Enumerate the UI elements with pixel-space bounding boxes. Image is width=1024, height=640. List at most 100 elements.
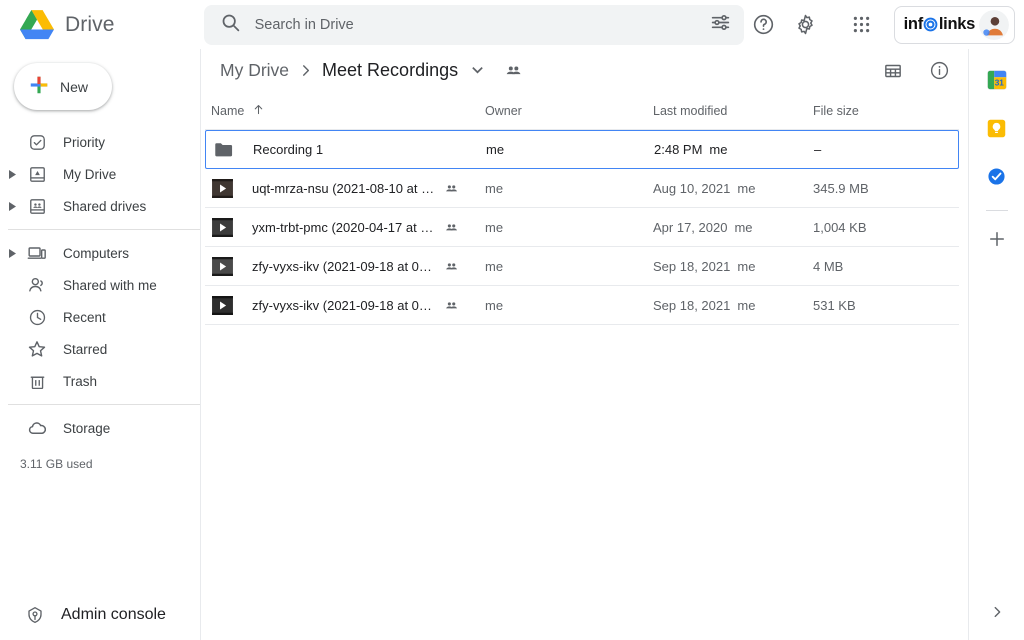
file-name: Recording 1 bbox=[253, 142, 324, 157]
file-size: – bbox=[814, 142, 822, 157]
file-modified-by: me bbox=[737, 298, 756, 313]
admin-shield-icon bbox=[22, 605, 48, 625]
main-content: My Drive Meet Recordings Name Owner Last… bbox=[200, 49, 968, 640]
star-icon bbox=[24, 339, 50, 359]
sidebar-item-label: Trash bbox=[63, 373, 98, 389]
sidebar-item-label: Storage bbox=[63, 420, 111, 436]
sidebar-item-priority[interactable]: Priority bbox=[0, 126, 186, 158]
sidebar-item-label: Shared with me bbox=[63, 277, 157, 293]
account-box[interactable]: inf links bbox=[893, 5, 1015, 44]
file-owner: me bbox=[486, 142, 505, 157]
google-keep-icon[interactable] bbox=[979, 110, 1015, 146]
google-tasks-icon[interactable] bbox=[979, 158, 1015, 194]
file-modified-date: Aug 10, 2021 bbox=[653, 181, 731, 196]
rail-divider bbox=[985, 210, 1008, 211]
file-modified: Apr 17, 2020 me bbox=[653, 220, 813, 235]
file-name-cell: yxm-trbt-pmc (2020-04-17 at 07:40 G… bbox=[211, 217, 485, 239]
drive-app: Drive Search in Drive inf links New Prio… bbox=[0, 0, 1024, 640]
file-size: 345.9 MB bbox=[813, 181, 869, 196]
sidebar-item-recent[interactable]: Recent bbox=[0, 301, 186, 333]
sidebar-item-trash[interactable]: Trash bbox=[0, 365, 186, 397]
chevron-down-icon[interactable] bbox=[465, 59, 489, 83]
sidebar-item-shared-drives[interactable]: Shared drives bbox=[0, 190, 186, 222]
file-name-cell: zfy-vyxs-ikv (2021-09-18 at 05:42 GMT… bbox=[211, 295, 485, 317]
column-header-size[interactable]: File size bbox=[813, 104, 959, 118]
tune-filter-icon[interactable] bbox=[710, 12, 731, 38]
shared-people-icon bbox=[444, 259, 459, 274]
table-row[interactable]: yxm-trbt-pmc (2020-04-17 at 07:40 G… me … bbox=[205, 208, 959, 247]
search-area bbox=[199, 4, 744, 45]
settings-button[interactable] bbox=[786, 5, 826, 45]
apps-grid-button[interactable] bbox=[842, 5, 882, 45]
column-header-modified[interactable]: Last modified bbox=[653, 104, 813, 118]
sidebar-item-computers[interactable]: Computers bbox=[0, 237, 186, 269]
file-modified-date: Sep 18, 2021 bbox=[653, 298, 731, 313]
sidebar-divider bbox=[8, 229, 200, 230]
sidebar-item-storage[interactable]: Storage bbox=[0, 412, 186, 444]
sidebar-item-starred[interactable]: Starred bbox=[0, 333, 186, 365]
video-thumbnail-icon bbox=[211, 178, 233, 200]
computer-icon bbox=[24, 243, 50, 263]
infolinks-text-right: links bbox=[938, 15, 975, 33]
column-header-name[interactable]: Name bbox=[211, 103, 485, 119]
google-calendar-icon[interactable]: 31 bbox=[979, 62, 1015, 98]
search-box[interactable] bbox=[203, 4, 744, 45]
sidebar-item-shared-with-me[interactable]: Shared with me bbox=[0, 269, 186, 301]
sidebar-item-my-drive[interactable]: My Drive bbox=[0, 158, 186, 190]
file-modified: Aug 10, 2021 me bbox=[653, 181, 813, 196]
sidebar: New Priority My Drive Shared drives Comp… bbox=[0, 49, 200, 640]
help-button[interactable] bbox=[744, 5, 784, 45]
cloud-icon bbox=[24, 418, 50, 439]
expand-caret-icon[interactable] bbox=[2, 169, 24, 179]
people-shared-icon[interactable] bbox=[497, 55, 529, 87]
expand-caret-icon[interactable] bbox=[2, 248, 24, 258]
file-modified-by: me bbox=[737, 181, 756, 196]
file-name: uqt-mrza-nsu (2021-08-10 at 01:36 G… bbox=[252, 181, 438, 196]
table-row[interactable]: uqt-mrza-nsu (2021-08-10 at 01:36 G… me … bbox=[205, 169, 959, 208]
brand[interactable]: Drive bbox=[0, 9, 199, 40]
file-size: 4 MB bbox=[813, 259, 844, 274]
column-header-owner[interactable]: Owner bbox=[485, 104, 653, 118]
my-drive-icon bbox=[24, 165, 50, 184]
table-row[interactable]: zfy-vyxs-ikv (2021-09-18 at 05:38 GMT… m… bbox=[205, 247, 959, 286]
top-actions: inf links bbox=[744, 5, 1024, 45]
video-thumbnail-icon bbox=[211, 256, 233, 278]
file-table: Name Owner Last modified File size Recor… bbox=[201, 92, 968, 325]
admin-console-label: Admin console bbox=[61, 606, 166, 623]
breadcrumb-bar: My Drive Meet Recordings bbox=[201, 49, 968, 92]
sidebar-item-label: My Drive bbox=[63, 166, 117, 182]
sidebar-item-label: Shared drives bbox=[63, 198, 147, 214]
new-button[interactable]: New bbox=[14, 63, 112, 110]
file-owner: me bbox=[485, 220, 504, 235]
file-modified-date: Sep 18, 2021 bbox=[653, 259, 731, 274]
sidebar-group-2: Computers Shared with me Recent Starred … bbox=[0, 231, 200, 403]
grid-view-button[interactable] bbox=[873, 51, 913, 91]
details-info-button[interactable] bbox=[919, 51, 959, 91]
chevron-right-icon[interactable] bbox=[979, 594, 1015, 630]
clock-icon bbox=[24, 308, 50, 327]
expand-caret-icon[interactable] bbox=[2, 201, 24, 211]
shared-people-icon bbox=[444, 298, 459, 313]
avatar[interactable] bbox=[979, 9, 1009, 40]
view-actions bbox=[873, 51, 959, 91]
file-name-cell: Recording 1 bbox=[212, 139, 486, 161]
search-input[interactable] bbox=[254, 16, 696, 33]
table-row[interactable]: zfy-vyxs-ikv (2021-09-18 at 05:42 GMT… m… bbox=[205, 286, 959, 325]
file-modified-by: me bbox=[737, 259, 756, 274]
breadcrumb-current[interactable]: Meet Recordings bbox=[315, 57, 465, 84]
column-label-name: Name bbox=[211, 103, 245, 118]
add-addon-button[interactable] bbox=[979, 221, 1015, 257]
file-name: zfy-vyxs-ikv (2021-09-18 at 05:38 GMT… bbox=[252, 259, 438, 274]
file-name-cell: uqt-mrza-nsu (2021-08-10 at 01:36 G… bbox=[211, 178, 485, 200]
infolinks-text-left: inf bbox=[903, 15, 924, 33]
shared-people-icon bbox=[444, 181, 459, 196]
file-modified-date: Apr 17, 2020 bbox=[653, 220, 728, 235]
admin-console-button[interactable]: Admin console bbox=[0, 599, 186, 631]
sidebar-group-1: Priority My Drive Shared drives bbox=[0, 120, 200, 228]
file-owner: me bbox=[485, 298, 504, 313]
table-row[interactable]: Recording 1 me 2:48 PM me – bbox=[205, 130, 959, 169]
breadcrumb-root[interactable]: My Drive bbox=[213, 57, 296, 84]
sidebar-item-label: Starred bbox=[63, 341, 108, 357]
file-name: zfy-vyxs-ikv (2021-09-18 at 05:42 GMT… bbox=[252, 298, 438, 313]
body: New Priority My Drive Shared drives Comp… bbox=[0, 49, 1024, 640]
